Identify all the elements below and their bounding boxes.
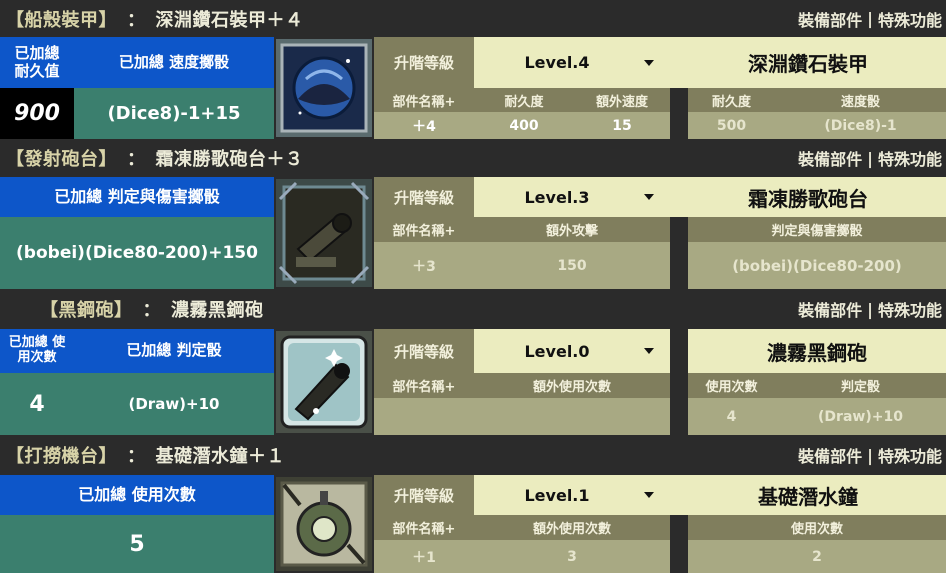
stat-a-value: 4 xyxy=(0,373,74,435)
section-header-hull: 【船殼裝甲】 ： 深淵鑽石裝甲＋４ 裝備部件 | 特殊功能 xyxy=(0,0,946,37)
chevron-down-icon xyxy=(644,59,654,66)
stat-value: (bobei)(Dice80-200)+150 xyxy=(0,217,274,289)
category-label: 【發射砲台】 xyxy=(6,149,117,170)
base-value: (bobei)(Dice80-200) xyxy=(688,242,946,289)
item-title: 濃霧黑鋼砲 xyxy=(171,300,264,321)
item-name: 霜凍勝歌砲台 xyxy=(670,177,946,217)
item-title: 深淵鑽石裝甲＋４ xyxy=(155,9,304,31)
black-steel-gun-icon xyxy=(274,329,374,435)
stat-b-value: (Dice8)-1+15 xyxy=(74,88,274,139)
col-label: 額外攻擊 xyxy=(474,217,670,242)
col-value: 400 xyxy=(474,112,574,139)
section-header-salvage: 【打撈機台】 ： 基礎潛水鐘＋１ 裝備部件 | 特殊功能 xyxy=(0,435,946,475)
stat-b-label: 已加總 速度擲骰 xyxy=(74,37,274,88)
item-name: 基礎潛水鐘 xyxy=(670,475,946,515)
special-function-link[interactable]: 特殊功能 xyxy=(878,7,942,31)
section-header-cannon: 【發射砲台】 ： 霜凍勝歌砲台＋３ 裝備部件 | 特殊功能 xyxy=(0,139,946,177)
special-function-link[interactable]: 特殊功能 xyxy=(878,297,942,321)
frost-cannon-icon xyxy=(274,177,374,289)
abyss-diamond-armor-icon xyxy=(274,37,374,139)
col-label: 額外使用次數 xyxy=(474,373,670,398)
col-value xyxy=(374,398,474,435)
chevron-down-icon xyxy=(644,492,654,498)
stat-label: 已加總 判定與傷害擲骰 xyxy=(0,177,274,217)
col-label: 額外使用次數 xyxy=(474,515,670,540)
col-value: ＋4 xyxy=(374,112,474,139)
col-value: 15 xyxy=(574,112,670,139)
base-label: 判定與傷害擲骰 xyxy=(688,217,946,242)
base-label: 使用次數 xyxy=(688,373,775,398)
base-value: 500 xyxy=(688,112,775,139)
col-label: 耐久度 xyxy=(474,88,574,112)
col-value: 3 xyxy=(474,540,670,573)
col-label: 部件名稱+ xyxy=(374,373,474,398)
base-label: 速度骰 xyxy=(775,88,946,112)
equip-parts-link[interactable]: 裝備部件 xyxy=(798,443,862,467)
col-label: 部件名稱+ xyxy=(374,88,474,112)
colon: ： xyxy=(142,300,161,321)
chevron-down-icon xyxy=(644,348,654,354)
item-name: 深淵鑽石裝甲 xyxy=(670,37,946,88)
base-label: 判定骰 xyxy=(775,373,946,398)
category-label: 【船殼裝甲】 xyxy=(6,9,117,31)
base-value: 2 xyxy=(688,540,946,573)
colon: ： xyxy=(127,149,146,170)
col-label: 額外速度 xyxy=(574,88,670,112)
equip-parts-link[interactable]: 裝備部件 xyxy=(798,297,862,321)
col-label: 部件名稱+ xyxy=(374,217,474,242)
stat-a-label: 已加總 使用次數 xyxy=(0,329,74,373)
col-value: 150 xyxy=(474,242,670,289)
col-value: ＋3 xyxy=(374,242,474,289)
special-function-link[interactable]: 特殊功能 xyxy=(878,443,942,467)
level-value: Level.1 xyxy=(524,485,590,505)
upgrade-label: 升階等級 xyxy=(374,475,474,515)
level-value: Level.4 xyxy=(524,53,590,72)
level-value: Level.3 xyxy=(524,187,590,207)
stat-value: 5 xyxy=(0,515,274,573)
equip-parts-link[interactable]: 裝備部件 xyxy=(798,7,862,31)
item-title: 霜凍勝歌砲台＋３ xyxy=(155,149,304,170)
level-select[interactable]: Level.0 xyxy=(474,329,670,373)
upgrade-label: 升階等級 xyxy=(374,329,474,373)
item-title: 基礎潛水鐘＋１ xyxy=(155,446,285,467)
upgrade-label: 升階等級 xyxy=(374,37,474,88)
chevron-down-icon xyxy=(644,194,654,200)
level-select[interactable]: Level.4 xyxy=(474,37,670,88)
section-header-black-steel: 【黑鋼砲】 ： 濃霧黑鋼砲 裝備部件 | 特殊功能 xyxy=(0,289,946,329)
level-select[interactable]: Level.1 xyxy=(474,475,670,515)
stat-label: 已加總 使用次數 xyxy=(0,475,274,515)
equip-parts-link[interactable]: 裝備部件 xyxy=(798,146,862,170)
diving-bell-icon xyxy=(274,475,374,573)
level-select[interactable]: Level.3 xyxy=(474,177,670,217)
colon: ： xyxy=(127,9,146,31)
special-function-link[interactable]: 特殊功能 xyxy=(878,146,942,170)
stat-b-value: (Draw)+10 xyxy=(74,373,274,435)
upgrade-label: 升階等級 xyxy=(374,177,474,217)
stat-a-value: 900 xyxy=(0,88,74,139)
base-value: 4 xyxy=(688,398,775,435)
base-label: 使用次數 xyxy=(688,515,946,540)
base-value: (Draw)+10 xyxy=(775,398,946,435)
base-value: (Dice8)-1 xyxy=(775,112,946,139)
category-label: 【打撈機台】 xyxy=(6,446,117,467)
col-label: 部件名稱+ xyxy=(374,515,474,540)
item-name: 濃霧黑鋼砲 xyxy=(688,329,946,373)
level-value: Level.0 xyxy=(524,341,590,361)
stat-a-label: 已加總 耐久值 xyxy=(0,37,74,88)
stat-b-label: 已加總 判定骰 xyxy=(74,329,274,373)
col-value: ＋1 xyxy=(374,540,474,573)
colon: ： xyxy=(127,446,146,467)
category-label: 【黑鋼砲】 xyxy=(40,300,133,321)
col-value xyxy=(474,398,670,435)
base-label: 耐久度 xyxy=(688,88,775,112)
